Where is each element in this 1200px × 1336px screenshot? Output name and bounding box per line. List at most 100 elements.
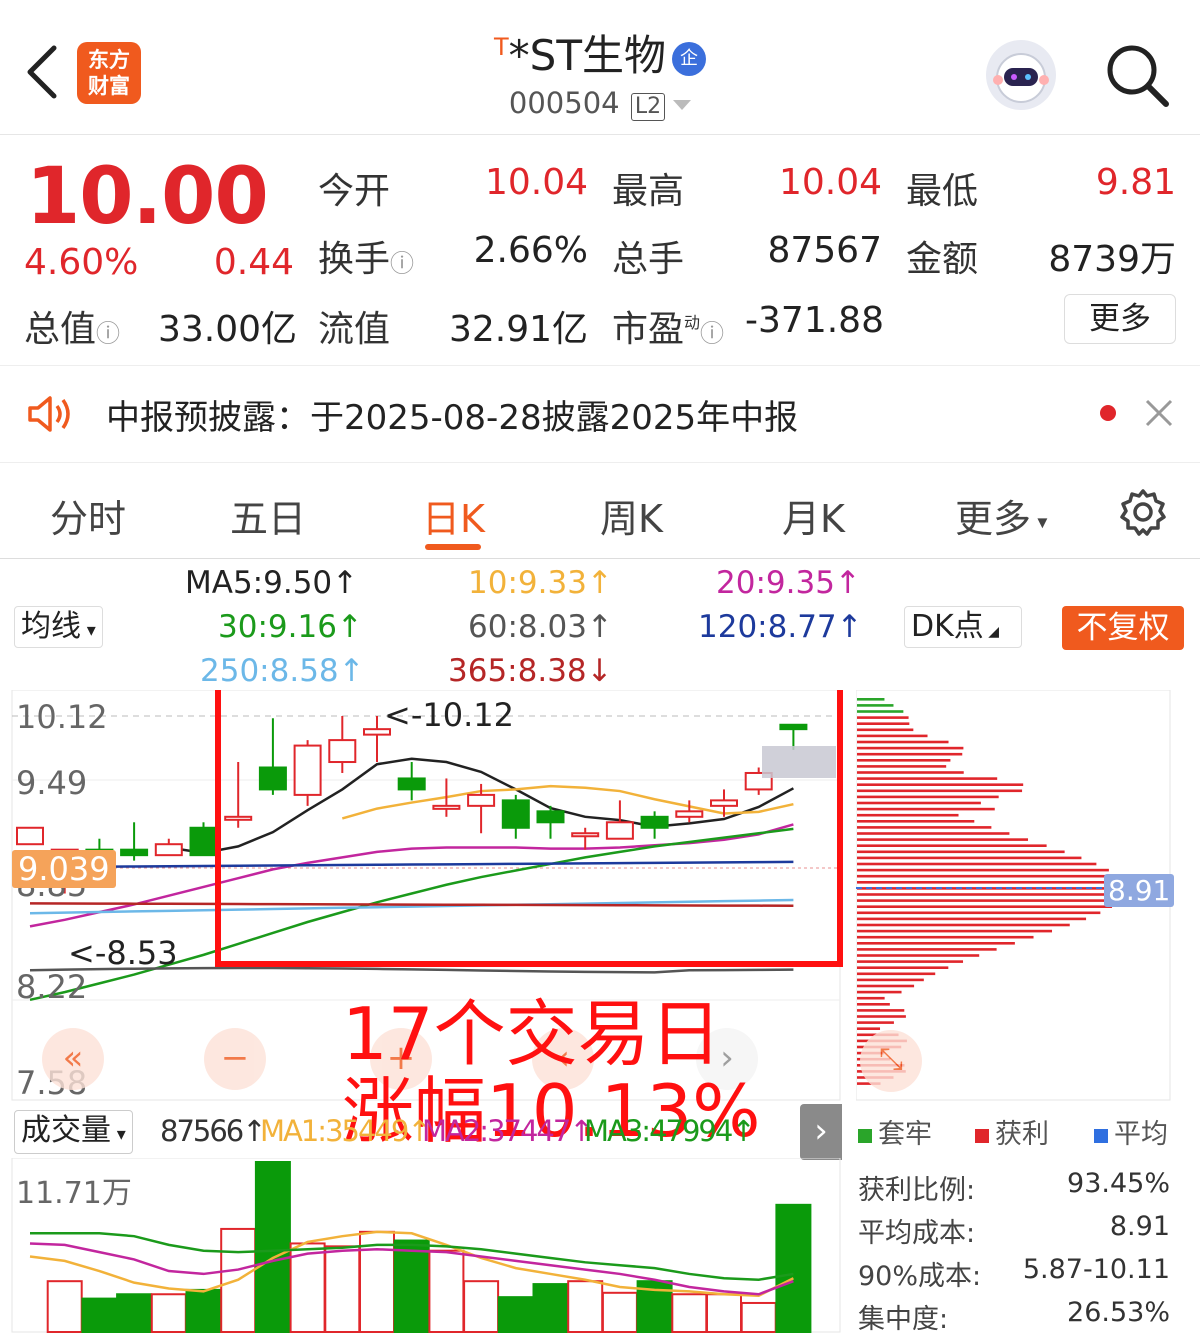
high-value: 10.04: [778, 162, 882, 203]
chip-bar: [857, 783, 1024, 786]
volume-bar: [324, 1245, 361, 1333]
chip-bar: [857, 856, 1082, 860]
tab-more[interactable]: 更多 ▾: [955, 488, 1047, 543]
volume-bar: [671, 1293, 708, 1333]
volume-y-max: 11.71万: [16, 1176, 132, 1211]
chip-bar: [857, 746, 964, 750]
candle-body: [224, 815, 253, 821]
cost90-label: 90%成本:: [858, 1261, 982, 1292]
chip-bar: [857, 844, 1047, 847]
chip-bar: [857, 881, 1125, 884]
float-value-label: 流值: [318, 309, 391, 350]
tab-weekly-k[interactable]: 周K: [600, 488, 663, 543]
volume-bar: [254, 1161, 291, 1333]
panel-toggle-icon[interactable]: ›: [800, 1104, 842, 1160]
chip-bar: [857, 722, 910, 725]
volume-bar: [532, 1283, 569, 1333]
chip-bar: [857, 893, 1126, 896]
chip-bar: [857, 990, 902, 994]
ai-robot-avatar[interactable]: [986, 40, 1056, 110]
chip-bar: [857, 826, 992, 829]
change-percent: 4.60%: [24, 242, 139, 283]
more-quote-button[interactable]: 更多: [1064, 294, 1176, 344]
zoom-out-icon[interactable]: −: [204, 1028, 266, 1090]
volume-bar: [463, 1280, 500, 1333]
tab-daily-k[interactable]: 日K: [422, 488, 485, 543]
concentration-value: 26.53%: [1067, 1297, 1170, 1328]
notice-text[interactable]: 中报预披露：于2025-08-28披露2025年中报: [106, 390, 798, 439]
chip-bar: [857, 984, 915, 988]
chip-bar: [857, 795, 999, 799]
chip-bar: [857, 850, 1065, 854]
open-label: 今开: [318, 171, 391, 212]
tab-five-day[interactable]: 五日: [230, 488, 306, 543]
dk-point-select[interactable]: DK点 ◢: [904, 606, 1022, 648]
volume-bar: [567, 1280, 604, 1333]
chip-bar: [857, 1003, 890, 1006]
ma-type-select[interactable]: 均线 ▾: [14, 606, 103, 648]
chip-bar: [857, 734, 928, 738]
enterprise-badge-icon: 企: [672, 41, 706, 76]
ma20-value: 20:9.35↑: [716, 565, 861, 601]
y-tick: 8.22: [16, 968, 88, 1006]
no-adjust-button[interactable]: 不复权: [1062, 606, 1184, 650]
tab-monthly-k[interactable]: 月K: [782, 488, 845, 543]
high-price-mark: <-10.12: [384, 696, 514, 734]
candle-body: [16, 826, 44, 846]
chip-bar: [857, 710, 904, 713]
candle-body: [154, 843, 183, 857]
candle-body: [640, 815, 669, 829]
candle-body: [675, 810, 704, 818]
chip-bar: [857, 728, 914, 732]
chip-bar: [857, 917, 1087, 921]
chip-bar: [857, 960, 964, 963]
close-icon[interactable]: [1144, 398, 1174, 428]
pe-label[interactable]: 市盈动ⓘ: [612, 300, 724, 352]
indicator-select[interactable]: 成交量 ▾: [14, 1110, 133, 1154]
chip-bar: [857, 929, 1053, 933]
candle-body: [189, 826, 218, 857]
chip-bar: [857, 942, 1015, 945]
chip-bar: [857, 948, 997, 951]
volume-label: 总手: [612, 239, 685, 280]
vol-ma2: MA2:37447↑: [422, 1114, 594, 1148]
total-value: 33.00亿: [158, 309, 298, 350]
volume-bar: [116, 1293, 153, 1333]
ma365-line: [29, 902, 794, 908]
volume-bar: [497, 1296, 534, 1333]
volume-bar: [740, 1301, 777, 1333]
candle-body: [258, 766, 287, 791]
ma120-line: [29, 860, 794, 869]
tab-minute[interactable]: 分时: [50, 488, 126, 543]
info-icon: ⓘ: [96, 319, 121, 348]
avg-cost-tag: 8.91: [1104, 874, 1175, 907]
volume-value: 87567: [767, 230, 882, 271]
settings-gear-icon[interactable]: [1118, 487, 1168, 537]
chip-bar: [857, 996, 885, 1000]
active-tab-underline: [425, 544, 481, 550]
volume-bar: [46, 1280, 83, 1333]
scroll-left-icon[interactable]: «: [42, 1028, 104, 1090]
chip-bar: [857, 752, 963, 756]
volume-bar: [81, 1297, 118, 1333]
volume-value: 87566↑: [160, 1114, 267, 1148]
total-value-label[interactable]: 总值ⓘ: [24, 300, 120, 352]
chip-bar: [857, 698, 885, 701]
speaker-icon: [28, 396, 70, 432]
turnover-label[interactable]: 换手ⓘ: [318, 230, 414, 282]
chip-bar: [857, 954, 980, 957]
chip-bar: [857, 1015, 906, 1018]
y-tick: 10.12: [16, 698, 108, 736]
volume-bar: [393, 1239, 430, 1333]
candle-body: [779, 723, 808, 731]
search-icon[interactable]: [1104, 42, 1170, 108]
legend-avg: 平均: [1094, 1112, 1168, 1151]
chip-bar: [857, 862, 1097, 866]
low-value: 9.81: [1095, 162, 1176, 203]
expand-icon[interactable]: ⤡: [860, 1030, 922, 1092]
vol-ma3: MA3:47994↑: [584, 1114, 756, 1148]
amount-value: 8739万: [1048, 239, 1176, 280]
chip-bar: [857, 740, 949, 744]
cost90-value: 5.87-10.11: [1022, 1254, 1170, 1285]
cursor-price-tag: 9.039: [12, 850, 116, 888]
